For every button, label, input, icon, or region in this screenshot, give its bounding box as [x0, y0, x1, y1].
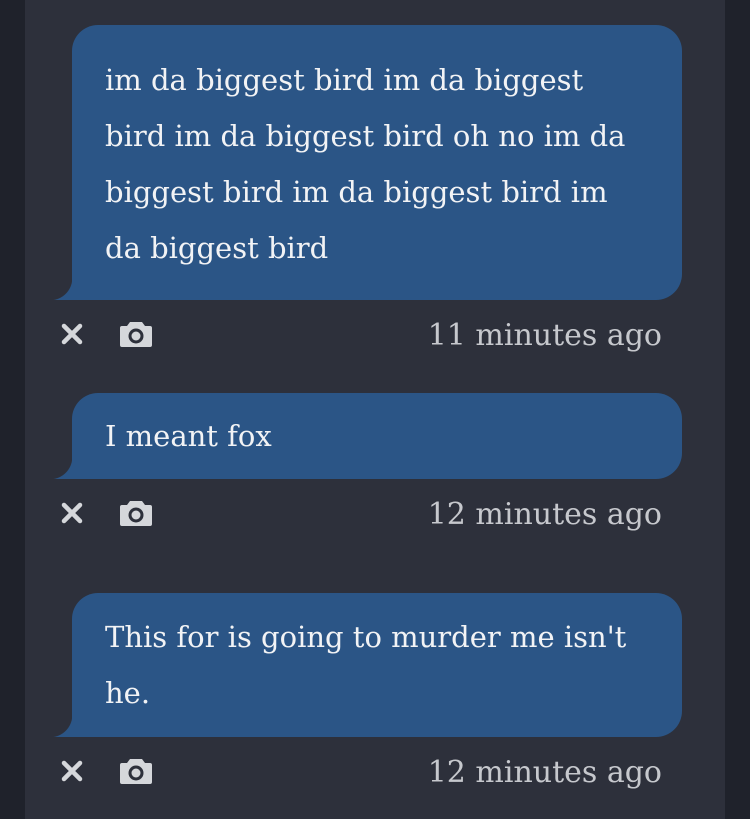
message-bubble: This for is going to murder me isn't he. — [50, 593, 682, 737]
chat-app: im da biggest bird im da biggest bird im… — [0, 0, 750, 819]
message-meta: 12 minutes ago — [50, 737, 682, 817]
message-item: im da biggest bird im da biggest bird im… — [50, 25, 682, 380]
close-icon[interactable] — [60, 322, 84, 346]
message-text: im da biggest bird im da biggest bird im… — [105, 63, 626, 265]
close-icon[interactable] — [60, 759, 84, 783]
camera-icon[interactable] — [119, 320, 153, 348]
message-timestamp: 12 minutes ago — [427, 755, 662, 790]
message-timestamp: 12 minutes ago — [427, 497, 662, 532]
message-bubble: I meant fox — [50, 393, 682, 479]
message-text: I meant fox — [105, 419, 272, 453]
close-icon[interactable] — [60, 501, 84, 525]
camera-icon[interactable] — [119, 499, 153, 527]
message-text: This for is going to murder me isn't he. — [105, 620, 627, 710]
message-timestamp: 11 minutes ago — [427, 318, 662, 353]
message-item: I meant fox 12 minutes ago — [50, 393, 682, 559]
message-meta: 11 minutes ago — [50, 300, 682, 380]
message-bubble: im da biggest bird im da biggest bird im… — [50, 25, 682, 300]
camera-icon[interactable] — [119, 757, 153, 785]
message-meta: 12 minutes ago — [50, 479, 682, 559]
message-item: This for is going to murder me isn't he.… — [50, 593, 682, 817]
